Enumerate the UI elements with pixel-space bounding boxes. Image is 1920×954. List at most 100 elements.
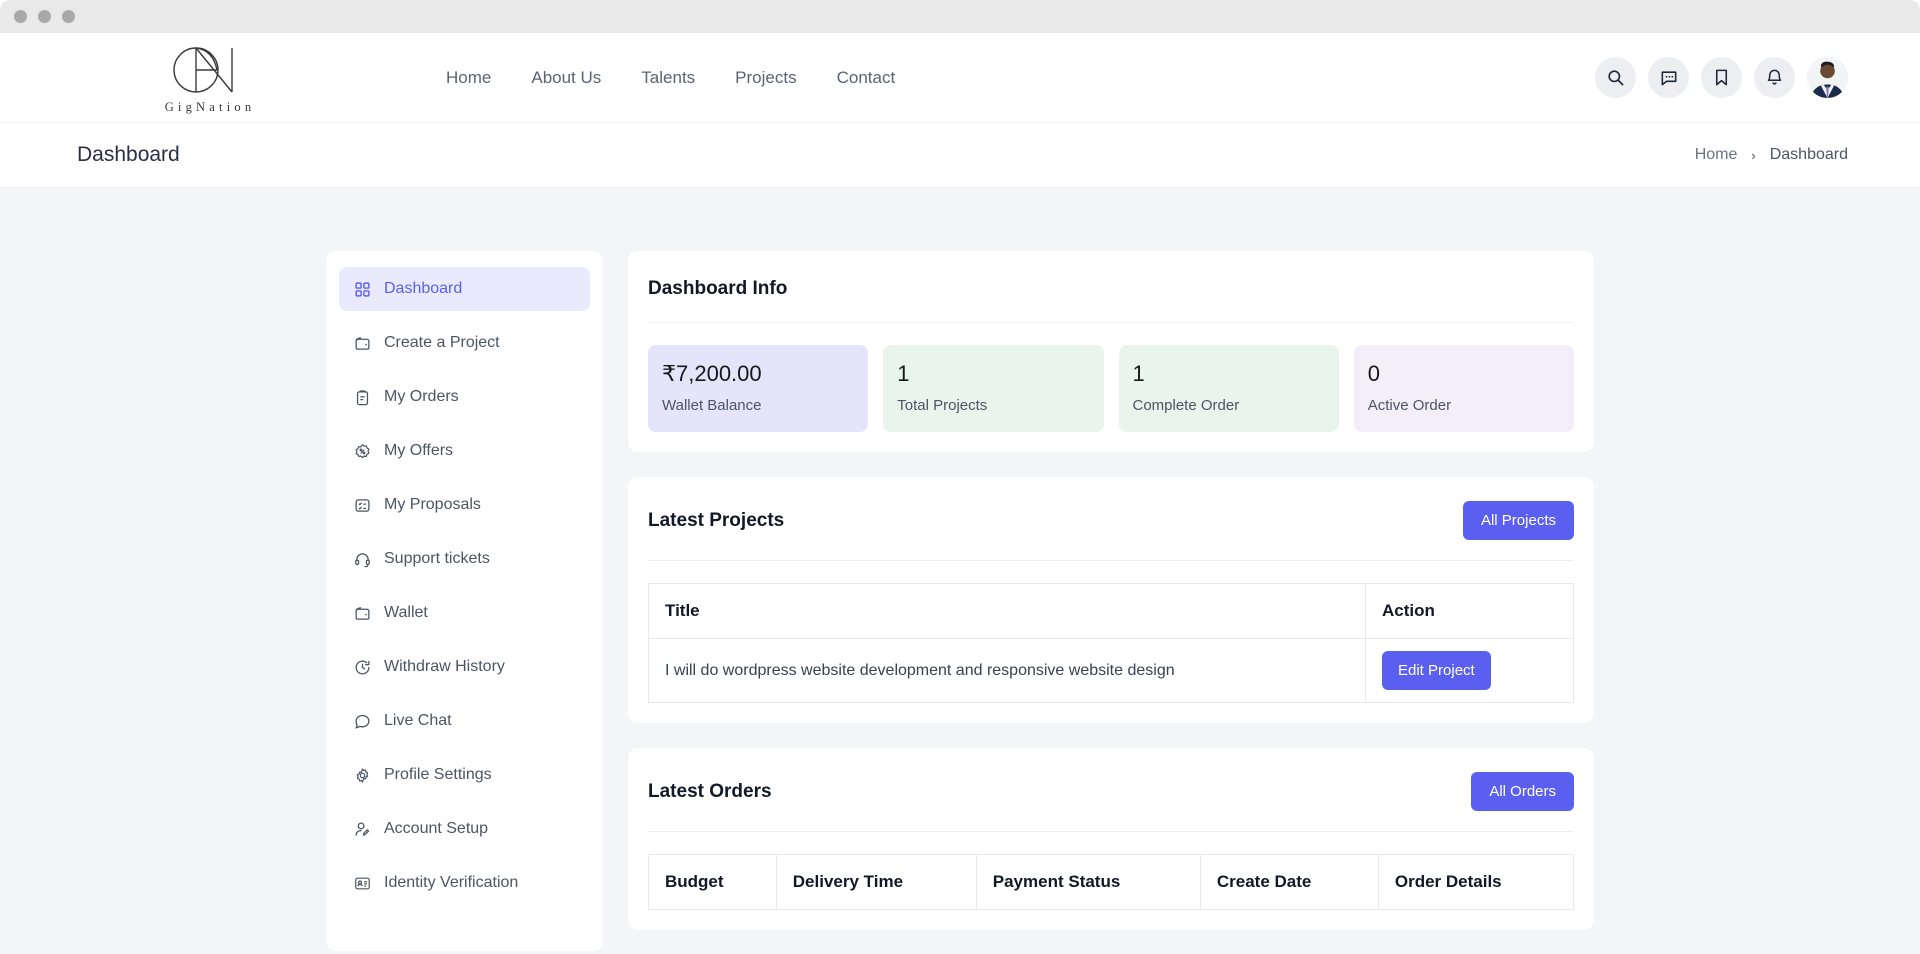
column-header-order-details: Order Details: [1377, 854, 1575, 910]
sidebar-item-wallet[interactable]: Wallet: [339, 591, 590, 635]
sidebar-item-withdraw-history[interactable]: Withdraw History: [339, 645, 590, 689]
bell-icon: [1767, 69, 1782, 85]
sidebar-item-live-chat[interactable]: Live Chat: [339, 699, 590, 743]
wallet-icon: [353, 604, 372, 623]
sidebar-item-label: Identity Verification: [384, 874, 519, 891]
brand-logo[interactable]: GigNation: [0, 41, 420, 115]
latest-projects-title: Latest Projects: [648, 509, 785, 531]
latest-orders-table: Budget Delivery Time Payment Status Crea…: [648, 854, 1575, 910]
brand-name: GigNation: [164, 99, 256, 114]
gear-icon: [353, 766, 372, 785]
latest-orders-header: Latest Orders All Orders: [648, 748, 1574, 832]
nav-item-home[interactable]: Home: [446, 68, 491, 88]
window-minimize-dot[interactable]: [38, 10, 51, 23]
dashboard-sidebar: Dashboard Create a Project My Orders My …: [326, 251, 603, 951]
checklist-icon: [353, 496, 372, 515]
dashboard-info-card: Dashboard Info ₹7,200.00 Wallet Balance …: [628, 251, 1594, 452]
stat-value: 1: [1132, 361, 1145, 386]
nav-item-talents[interactable]: Talents: [641, 68, 695, 88]
breadcrumb-bar: Dashboard Home › Dashboard: [0, 123, 1920, 188]
sidebar-item-label: Live Chat: [384, 712, 452, 729]
breadcrumb-current: Dashboard: [1769, 146, 1848, 163]
sidebar-item-profile-settings[interactable]: Profile Settings: [339, 753, 590, 797]
header-actions: [1595, 57, 1848, 98]
chevron-right-icon: ›: [1751, 147, 1756, 163]
all-projects-button[interactable]: All Projects: [1462, 501, 1574, 540]
user-edit-icon: [353, 820, 372, 839]
id-card-icon: [353, 874, 372, 893]
nav-item-about-us[interactable]: About Us: [531, 68, 601, 88]
stat-cards: ₹7,200.00 Wallet Balance 1 Total Project…: [648, 323, 1574, 432]
sidebar-item-label: My Offers: [384, 442, 454, 459]
clock-history-icon: [353, 658, 372, 677]
messages-button[interactable]: [1648, 57, 1689, 98]
user-avatar-image: [1807, 57, 1848, 98]
grid-icon: [353, 280, 372, 299]
stat-label: Complete Order: [1132, 397, 1240, 414]
column-header-payment-status: Payment Status: [975, 854, 1201, 910]
stat-card-active-order: 0 Active Order: [1353, 345, 1574, 432]
sidebar-item-identity-verification[interactable]: Identity Verification: [339, 861, 590, 905]
table-row: I will do wordpress website development …: [648, 638, 1574, 703]
search-button[interactable]: [1595, 57, 1636, 98]
latest-projects-header: Latest Projects All Projects: [648, 477, 1574, 561]
column-header-create-date: Create Date: [1199, 854, 1379, 910]
stat-card-complete-order: 1 Complete Order: [1118, 345, 1339, 432]
dashboard-info-title: Dashboard Info: [648, 277, 788, 299]
sidebar-item-label: Support tickets: [384, 550, 490, 567]
sidebar-item-label: My Proposals: [384, 496, 481, 513]
sidebar-item-dashboard[interactable]: Dashboard: [339, 267, 590, 311]
latest-projects-table: Title Action I will do wordpress website…: [648, 583, 1574, 703]
bookmark-icon: [1715, 69, 1728, 86]
breadcrumb-home[interactable]: Home: [1695, 146, 1738, 164]
search-icon: [1608, 70, 1624, 86]
sidebar-item-label: Dashboard: [384, 280, 463, 297]
column-header-title: Title: [648, 583, 1366, 639]
sidebar-item-account-setup[interactable]: Account Setup: [339, 807, 590, 851]
sidebar-item-label: Account Setup: [384, 820, 489, 837]
edit-project-button[interactable]: Edit Project: [1382, 651, 1491, 690]
stat-value: 0: [1367, 361, 1380, 386]
stat-value: 1: [897, 361, 910, 386]
sidebar-item-support-tickets[interactable]: Support tickets: [339, 537, 590, 581]
stat-label: Active Order: [1367, 397, 1452, 414]
chat-bubble-icon: [1661, 70, 1676, 85]
sidebar-item-label: Withdraw History: [384, 658, 505, 675]
dashboard-page: Dashboard Create a Project My Orders My …: [0, 188, 1920, 954]
breadcrumb: Home › Dashboard: [1695, 146, 1848, 164]
column-header-delivery-time: Delivery Time: [775, 854, 977, 910]
window-chrome: [0, 0, 1920, 33]
avatar[interactable]: [1807, 57, 1848, 98]
stat-card-wallet-balance: ₹7,200.00 Wallet Balance: [648, 345, 869, 432]
notifications-button[interactable]: [1754, 57, 1795, 98]
sidebar-item-my-proposals[interactable]: My Proposals: [339, 483, 590, 527]
table-header-row: Title Action: [648, 583, 1574, 639]
sidebar-item-label: Wallet: [384, 604, 428, 621]
bookmark-button[interactable]: [1701, 57, 1742, 98]
site-header: GigNation Home About Us Talents Projects…: [0, 33, 1920, 123]
nav-item-contact[interactable]: Contact: [837, 68, 896, 88]
window-close-dot[interactable]: [14, 10, 27, 23]
all-orders-button[interactable]: All Orders: [1471, 772, 1574, 811]
sidebar-item-label: Profile Settings: [384, 766, 492, 783]
page-title: Dashboard: [77, 143, 180, 166]
chat-icon: [353, 712, 372, 731]
project-action-cell: Edit Project: [1365, 638, 1574, 703]
sidebar-item-my-orders[interactable]: My Orders: [339, 375, 590, 419]
wallet-icon: [353, 334, 372, 353]
main-nav: Home About Us Talents Projects Contact: [446, 68, 895, 88]
sidebar-item-my-offers[interactable]: My Offers: [339, 429, 590, 473]
headset-icon: [353, 550, 372, 569]
window-maximize-dot[interactable]: [62, 10, 75, 23]
sidebar-item-label: Create a Project: [384, 334, 500, 351]
discount-badge-icon: [353, 442, 372, 461]
stat-label: Total Projects: [897, 397, 988, 414]
clipboard-icon: [353, 388, 372, 407]
dashboard-info-header: Dashboard Info: [648, 251, 1574, 323]
sidebar-item-label: My Orders: [384, 388, 459, 405]
latest-orders-title: Latest Orders: [648, 780, 772, 802]
latest-orders-card: Latest Orders All Orders Budget Delivery…: [628, 748, 1594, 930]
sidebar-item-create-a-project[interactable]: Create a Project: [339, 321, 590, 365]
gignation-monogram-icon: [173, 46, 233, 93]
nav-item-projects[interactable]: Projects: [735, 68, 796, 88]
